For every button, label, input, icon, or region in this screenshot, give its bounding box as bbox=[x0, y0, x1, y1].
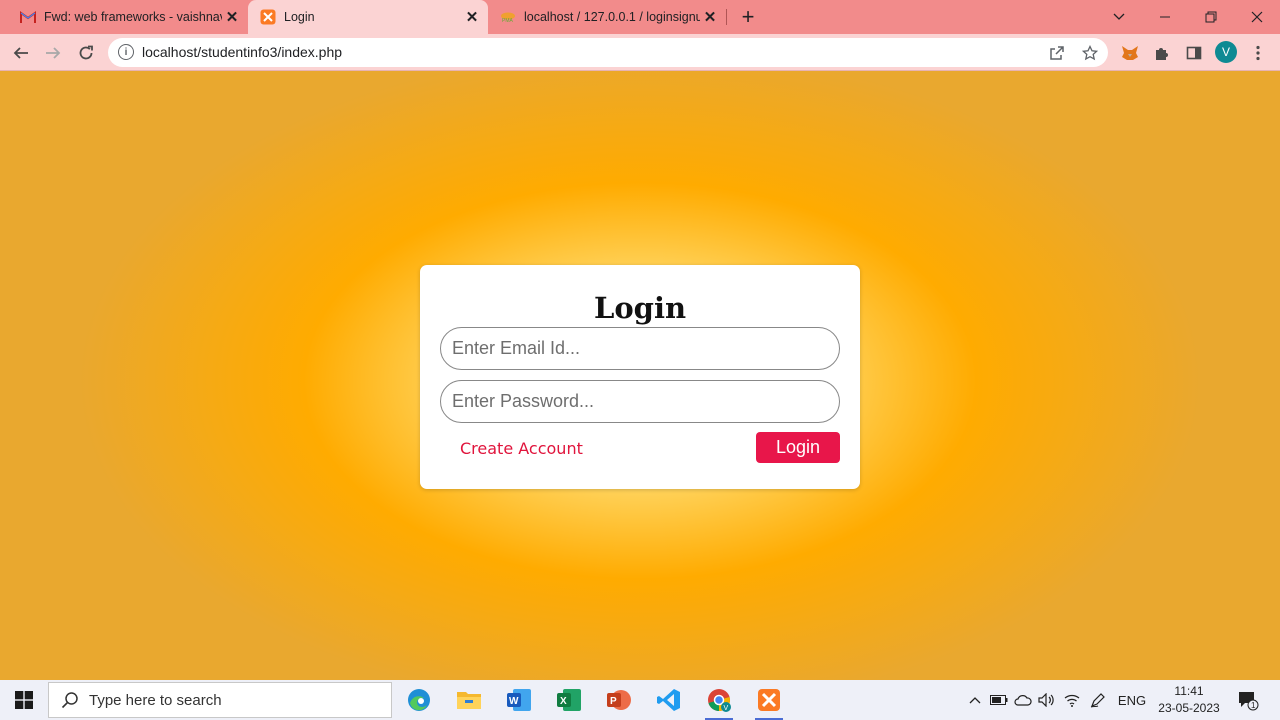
gmail-icon bbox=[20, 9, 36, 25]
tab-separator bbox=[726, 9, 727, 25]
clock-time: 11:41 bbox=[1174, 684, 1204, 698]
page-viewport: Login Create Account Login bbox=[0, 71, 1280, 680]
minimize-button[interactable] bbox=[1142, 0, 1188, 34]
edge-icon[interactable] bbox=[403, 684, 435, 716]
svg-text:V: V bbox=[724, 705, 729, 712]
svg-text:PMA: PMA bbox=[502, 18, 514, 23]
language-indicator[interactable]: ENG bbox=[1116, 680, 1148, 720]
search-placeholder: Type here to search bbox=[89, 691, 222, 709]
login-button[interactable]: Login bbox=[756, 432, 840, 463]
battery-icon[interactable] bbox=[988, 680, 1010, 720]
clock[interactable]: 11:41 23-05-2023 bbox=[1150, 683, 1228, 717]
search-icon bbox=[61, 691, 79, 709]
xampp-icon[interactable] bbox=[753, 684, 785, 720]
side-panel-icon[interactable] bbox=[1181, 40, 1207, 66]
metamask-extension-icon[interactable] bbox=[1117, 40, 1143, 66]
volume-icon[interactable] bbox=[1036, 680, 1058, 720]
browser-toolbar: i localhost/studentinfo3/index.php V bbox=[0, 34, 1280, 71]
url-text: localhost/studentinfo3/index.php bbox=[142, 44, 343, 60]
tab-search-icon[interactable] bbox=[1096, 0, 1142, 34]
chrome-icon[interactable]: V bbox=[703, 684, 735, 720]
tab-title: localhost / 127.0.0.1 / loginsignup bbox=[524, 10, 700, 24]
tab-strip: Fwd: web frameworks - vaishnavi ✕ Login … bbox=[0, 0, 1280, 34]
bookmark-star-icon[interactable] bbox=[1079, 42, 1101, 64]
svg-text:P: P bbox=[610, 696, 617, 707]
pen-ink-icon[interactable] bbox=[1087, 680, 1109, 720]
file-explorer-icon[interactable] bbox=[453, 684, 485, 716]
menu-kebab-icon[interactable] bbox=[1245, 40, 1271, 66]
tab-title: Fwd: web frameworks - vaishnavi bbox=[44, 10, 222, 24]
create-account-link[interactable]: Create Account bbox=[460, 439, 583, 458]
tab-gmail[interactable]: Fwd: web frameworks - vaishnavi ✕ bbox=[8, 0, 248, 34]
login-title: Login bbox=[593, 291, 687, 325]
restore-button[interactable] bbox=[1188, 0, 1234, 34]
windows-start-icon[interactable] bbox=[0, 680, 48, 720]
excel-icon[interactable]: X bbox=[553, 684, 585, 716]
email-field[interactable] bbox=[440, 327, 840, 370]
notification-count: 1 bbox=[1251, 701, 1256, 710]
tab-title: Login bbox=[284, 10, 315, 24]
windows-taskbar: Type here to search W X P V ENG 11:41 23… bbox=[0, 680, 1280, 720]
share-icon[interactable] bbox=[1046, 42, 1068, 64]
powerpoint-icon[interactable]: P bbox=[603, 684, 635, 716]
tab-phpmyadmin[interactable]: PMA localhost / 127.0.0.1 / loginsignup … bbox=[488, 0, 726, 34]
address-bar[interactable]: i localhost/studentinfo3/index.php bbox=[108, 38, 1108, 67]
tab-login[interactable]: Login ✕ bbox=[248, 0, 488, 34]
word-icon[interactable]: W bbox=[503, 684, 535, 716]
extensions-puzzle-icon[interactable] bbox=[1149, 40, 1175, 66]
clock-date: 23-05-2023 bbox=[1158, 701, 1220, 715]
notification-center-icon[interactable]: 1 bbox=[1234, 680, 1262, 720]
phpmyadmin-icon: PMA bbox=[500, 9, 516, 25]
info-icon[interactable]: i bbox=[118, 44, 134, 60]
password-field[interactable] bbox=[440, 380, 840, 423]
onedrive-cloud-icon[interactable] bbox=[1012, 680, 1034, 720]
back-button[interactable] bbox=[8, 40, 34, 66]
login-card: Login Create Account Login bbox=[420, 265, 860, 489]
profile-avatar[interactable]: V bbox=[1215, 41, 1237, 63]
vscode-icon[interactable] bbox=[653, 684, 685, 716]
close-tab-icon[interactable]: ✕ bbox=[700, 7, 720, 27]
reload-button[interactable] bbox=[73, 40, 99, 66]
close-tab-icon[interactable]: ✕ bbox=[462, 7, 482, 27]
show-hidden-icons-chevron[interactable] bbox=[964, 680, 986, 720]
svg-text:X: X bbox=[560, 696, 567, 707]
svg-text:W: W bbox=[509, 696, 519, 707]
wifi-icon[interactable] bbox=[1061, 680, 1083, 720]
taskbar-search-box[interactable]: Type here to search bbox=[48, 682, 392, 718]
forward-button[interactable] bbox=[40, 40, 66, 66]
new-tab-button[interactable]: + bbox=[736, 4, 760, 29]
xampp-icon bbox=[260, 9, 276, 25]
close-window-button[interactable] bbox=[1234, 0, 1280, 34]
close-tab-icon[interactable]: ✕ bbox=[222, 7, 242, 27]
